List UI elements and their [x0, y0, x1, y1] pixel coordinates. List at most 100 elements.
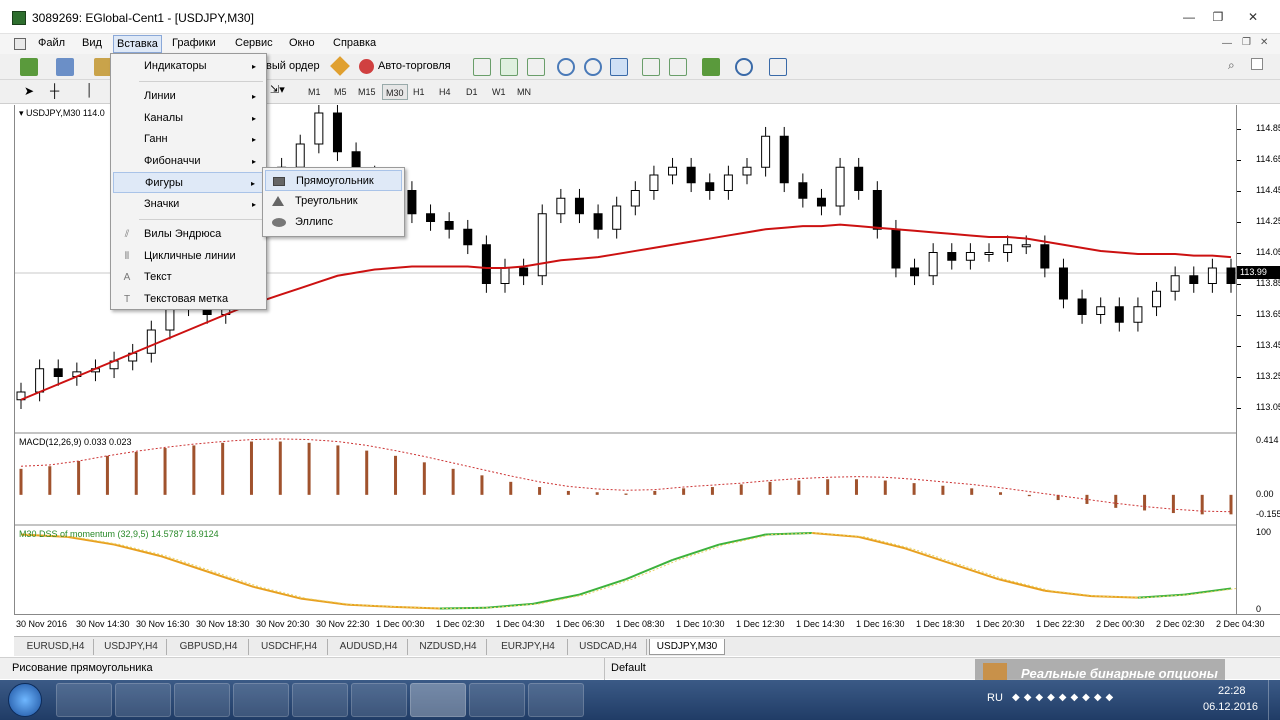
insert-menu-item-7[interactable]: Вилы Эндрюса ⫽	[113, 224, 264, 245]
menu-service[interactable]: Сервис	[235, 37, 273, 49]
insert-menu-item-8[interactable]: Цикличные линии ⦀	[113, 246, 264, 267]
menu-charts[interactable]: Графики	[172, 37, 216, 49]
chart-tab-usdjpy-h4[interactable]: USDJPY,H4	[96, 639, 167, 655]
metatrader-taskbar-icon[interactable]	[410, 683, 466, 717]
crosshair-icon[interactable]: ┼	[50, 83, 59, 98]
macd-bar	[1114, 494, 1118, 508]
price-tick-label: 113.45	[1256, 339, 1280, 350]
chart-tab-usdcad-h4[interactable]: USDCAD,H4	[570, 639, 647, 655]
tile-windows-icon[interactable]	[610, 58, 628, 76]
dss-main-segment	[998, 578, 1046, 592]
bar-chart-icon[interactable]	[473, 58, 491, 76]
candlestick-icon[interactable]	[500, 58, 518, 76]
timeframe-h4[interactable]: H4	[436, 84, 454, 100]
ie-taskbar-icon[interactable]	[115, 683, 171, 717]
search-icon[interactable]: ⌕	[1228, 58, 1235, 73]
chart-tab-nzdusd-h4[interactable]: NZDUSD,H4	[410, 639, 487, 655]
insert-menu-item-5[interactable]: Фигуры ▸	[113, 172, 264, 193]
menu-view[interactable]: Вид	[82, 37, 102, 49]
explorer-taskbar-icon[interactable]	[56, 683, 112, 717]
insert-menu-item-9[interactable]: Текст A	[113, 267, 264, 288]
menu-insert[interactable]: Вставка	[113, 35, 162, 53]
chart-tab-gbpusd-h4[interactable]: GBPUSD,H4	[169, 639, 249, 655]
chart-tab-eurusd-h4[interactable]: EURUSD,H4	[18, 639, 94, 655]
cursor-icon[interactable]: ➤	[24, 84, 34, 98]
timeframe-m30[interactable]: M30	[382, 84, 408, 100]
insert-menu-item-4[interactable]: Фибоначчи ▸	[113, 151, 264, 172]
start-button[interactable]	[8, 683, 42, 717]
shapes-submenu-item-2[interactable]: Эллипс	[265, 212, 402, 233]
timeframe-w1[interactable]: W1	[489, 84, 509, 100]
photoshop-taskbar-icon[interactable]	[292, 683, 348, 717]
shapes-submenu-item-0[interactable]: Прямоугольник	[265, 170, 402, 191]
candle-body	[35, 368, 45, 393]
chrome-taskbar-icon[interactable]	[174, 683, 230, 717]
insert-menu-item-6[interactable]: Значки ▸	[113, 194, 264, 215]
zoom-out-icon[interactable]	[584, 58, 602, 76]
timeframe-m5[interactable]: M5	[331, 84, 350, 100]
show-desktop-button[interactable]	[1268, 680, 1280, 720]
autoscroll-icon[interactable]	[642, 58, 660, 76]
close-icon[interactable]: ✕	[1240, 8, 1266, 26]
child-minimize-icon[interactable]: —	[1222, 38, 1232, 49]
metaeditor-icon[interactable]	[330, 56, 350, 76]
insert-menu-item-3[interactable]: Ганн ▸	[113, 129, 264, 150]
rectangle-icon	[273, 177, 285, 186]
insert-menu-item-0[interactable]: Индикаторы ▸	[113, 56, 264, 77]
periods-icon[interactable]	[735, 58, 753, 76]
templates-icon[interactable]	[769, 58, 787, 76]
insert-menu-item-10[interactable]: Текстовая метка T	[113, 289, 264, 310]
zoom-in-icon[interactable]	[557, 58, 575, 76]
arrows-icon[interactable]: ⇲▾	[270, 83, 285, 96]
timeframe-mn[interactable]: MN	[514, 84, 534, 100]
timeframe-d1[interactable]: D1	[463, 84, 481, 100]
media-player-taskbar-icon[interactable]	[233, 683, 289, 717]
chart-tab-usdchf-h4[interactable]: USDCHF,H4	[251, 639, 328, 655]
window-taskbar-icon[interactable]	[469, 683, 525, 717]
tray-icons[interactable]: ◆◆◆◆◆◆◆◆◆	[1012, 692, 1117, 703]
maximize-icon[interactable]: ❐	[1205, 8, 1231, 26]
candle-body	[984, 252, 994, 255]
dss-main-segment	[1137, 593, 1185, 599]
chart-tab-eurjpy-h4[interactable]: EURJPY,H4	[489, 639, 568, 655]
timeframe-m1[interactable]: M1	[305, 84, 324, 100]
autotrade-button[interactable]: Авто-торговля	[378, 60, 451, 72]
timeframe-m15[interactable]: M15	[355, 84, 379, 100]
timeframe-h1[interactable]: H1	[410, 84, 428, 100]
candle-body	[612, 205, 622, 230]
chart-tab-audusd-h4[interactable]: AUDUSD,H4	[330, 639, 408, 655]
vertical-line-icon[interactable]: │	[86, 83, 94, 97]
insert-menu-item-1[interactable]: Линии ▸	[113, 86, 264, 107]
language-indicator[interactable]: RU	[987, 692, 1003, 704]
chart-tab-usdjpy-m30[interactable]: USDJPY,M30	[649, 639, 725, 655]
tool-taskbar-icon[interactable]	[528, 683, 584, 717]
macd-bar	[422, 462, 426, 495]
clock-date[interactable]: 06.12.2016	[1203, 701, 1258, 713]
minimize-icon[interactable]: —	[1176, 8, 1202, 26]
chart-shift-icon[interactable]	[669, 58, 687, 76]
skype-taskbar-icon[interactable]	[351, 683, 407, 717]
macd-bar	[451, 468, 455, 495]
autotrade-icon[interactable]	[359, 59, 374, 74]
new-chart-icon[interactable]	[20, 58, 38, 76]
macd-tick-label: 0.00	[1256, 488, 1274, 499]
line-chart-icon[interactable]	[527, 58, 545, 76]
menu-window[interactable]: Окно	[289, 37, 315, 49]
price-tick-mark	[1237, 252, 1241, 254]
price-tick-mark	[1237, 345, 1241, 347]
child-close-icon[interactable]: ✕	[1260, 37, 1268, 48]
shapes-submenu-item-1[interactable]: Треугольник	[265, 191, 402, 212]
chart-window-icon[interactable]	[14, 38, 26, 50]
window-title: 3089269: EGlobal-Cent1 - [USDJPY,M30]	[32, 11, 254, 25]
candle-body	[630, 190, 640, 207]
child-restore-icon[interactable]: ❐	[1242, 37, 1251, 48]
indicators-icon[interactable]	[702, 58, 720, 76]
profiles-icon[interactable]	[56, 58, 74, 76]
menu-help[interactable]: Справка	[333, 37, 376, 49]
macd-tick-label: 0.414	[1256, 435, 1279, 445]
community-icon[interactable]	[1251, 58, 1263, 70]
new-order-button[interactable]: вый ордер	[266, 60, 320, 72]
clock-time[interactable]: 22:28	[1218, 685, 1246, 697]
menu-file[interactable]: Файл	[38, 37, 65, 49]
insert-menu-item-2[interactable]: Каналы ▸	[113, 108, 264, 129]
